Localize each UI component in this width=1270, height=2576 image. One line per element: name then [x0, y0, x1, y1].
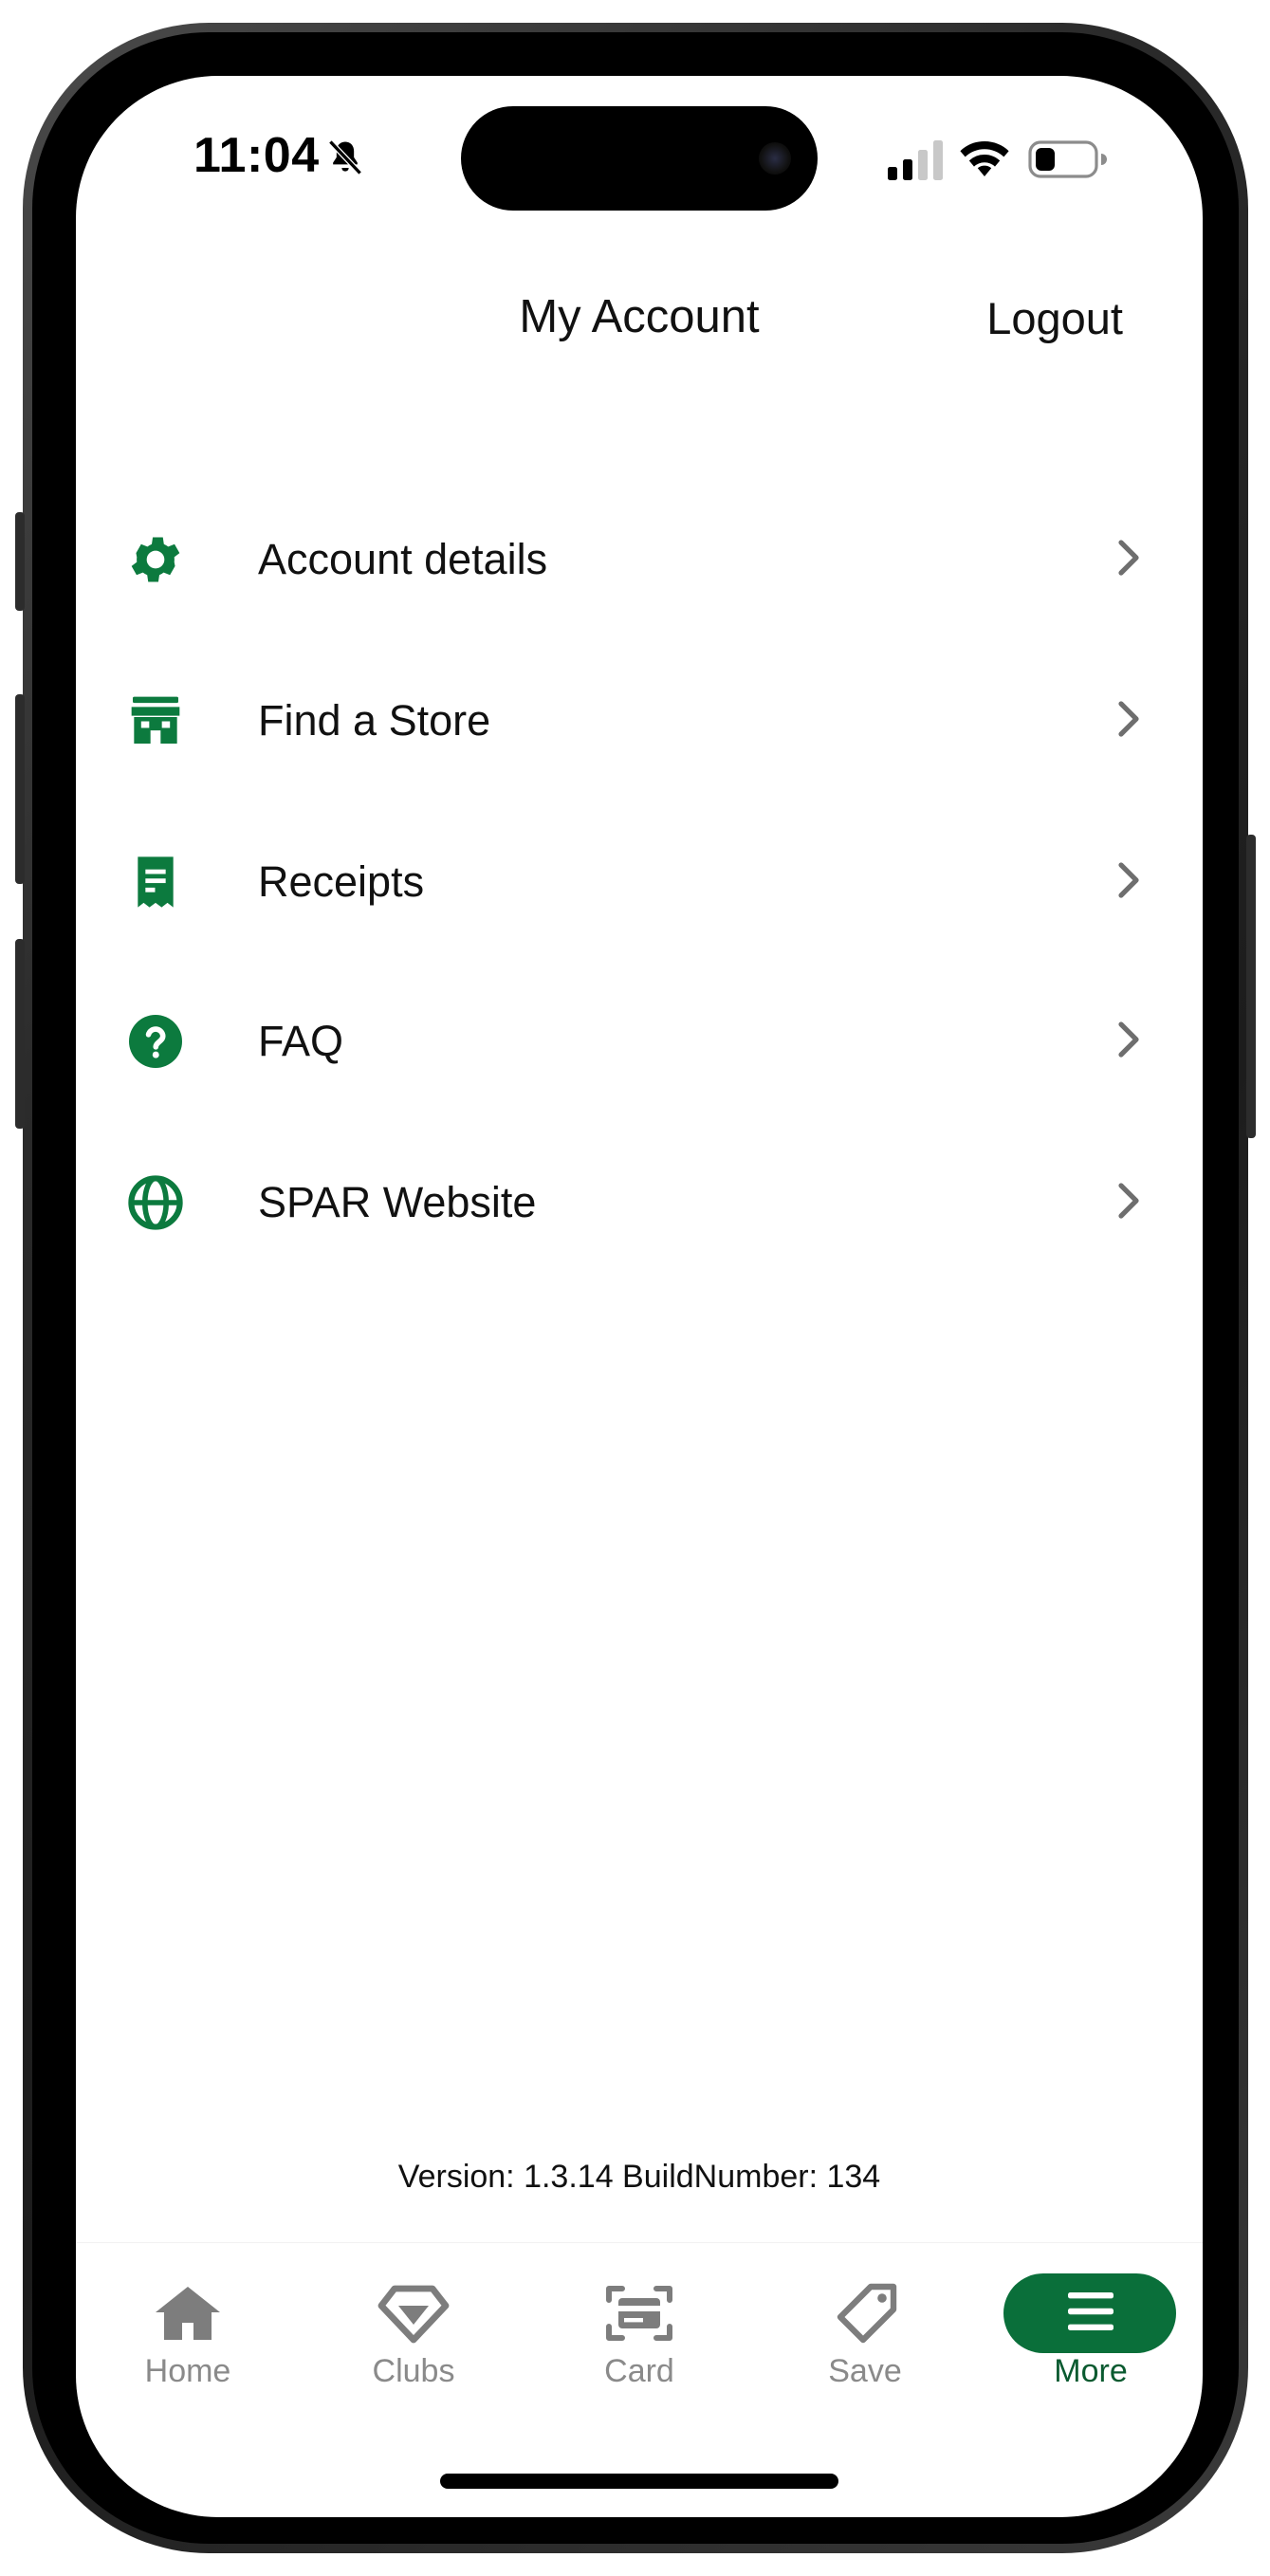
tab-label: Home [144, 2353, 231, 2389]
home-icon [156, 2287, 220, 2340]
globe-icon [128, 1175, 183, 1230]
logout-button[interactable]: Logout [986, 292, 1123, 344]
power-button [1246, 835, 1256, 1138]
status-time: 11:04 [193, 128, 320, 183]
tab-save[interactable]: Save [770, 2243, 960, 2389]
tab-clubs[interactable]: Clubs [319, 2243, 508, 2389]
home-indicator[interactable] [440, 2474, 838, 2489]
menu-item-account-details[interactable]: Account details [76, 480, 1203, 639]
app-screen: 11:04 My Account Logout Account details [76, 76, 1203, 2517]
tab-card[interactable]: Card [544, 2243, 734, 2389]
cellular-signal-icon [888, 140, 943, 180]
gear-icon [131, 537, 180, 582]
receipt-icon [138, 856, 174, 908]
volume-down-button [15, 939, 25, 1129]
menu-item-spar-website[interactable]: SPAR Website [76, 1123, 1203, 1282]
card-scan-icon [606, 2286, 672, 2341]
tab-label: More [1054, 2353, 1128, 2389]
tab-label: Card [604, 2353, 674, 2389]
menu-item-label: SPAR Website [258, 1178, 537, 1226]
tab-label: Clubs [372, 2353, 455, 2389]
menu-item-label: Account details [258, 535, 548, 583]
dynamic-island [461, 106, 818, 211]
menu-item-faq[interactable]: FAQ [76, 962, 1203, 1121]
help-circle-icon [129, 1015, 182, 1068]
diamond-icon [377, 2285, 450, 2344]
chevron-right-icon [1118, 540, 1139, 576]
volume-up-button [15, 694, 25, 884]
menu-item-receipts[interactable]: Receipts [76, 802, 1203, 962]
menu-item-label: FAQ [258, 1017, 344, 1065]
bell-slash-icon [328, 139, 362, 175]
action-button [15, 512, 25, 611]
menu-item-find-a-store[interactable]: Find a Store [76, 641, 1203, 800]
version-info: Version: 1.3.14 BuildNumber: 134 [397, 2159, 881, 2195]
tab-label: Save [828, 2353, 902, 2389]
tag-icon [837, 2283, 897, 2344]
menu-item-label: Find a Store [258, 696, 491, 745]
chevron-right-icon [1118, 862, 1139, 898]
bottom-tab-bar: Home Clubs Card Save More [76, 2242, 1203, 2395]
chevron-right-icon [1118, 701, 1139, 737]
front-camera [759, 142, 791, 175]
wifi-icon [960, 141, 1009, 176]
store-icon [131, 696, 180, 744]
chevron-right-icon [1118, 1021, 1139, 1058]
tab-more[interactable]: More [996, 2243, 1186, 2389]
battery-icon [1028, 140, 1107, 178]
menu-item-label: Receipts [258, 857, 425, 906]
tab-home[interactable]: Home [93, 2243, 283, 2389]
menu-icon [1068, 2292, 1114, 2330]
chevron-right-icon [1118, 1183, 1139, 1219]
